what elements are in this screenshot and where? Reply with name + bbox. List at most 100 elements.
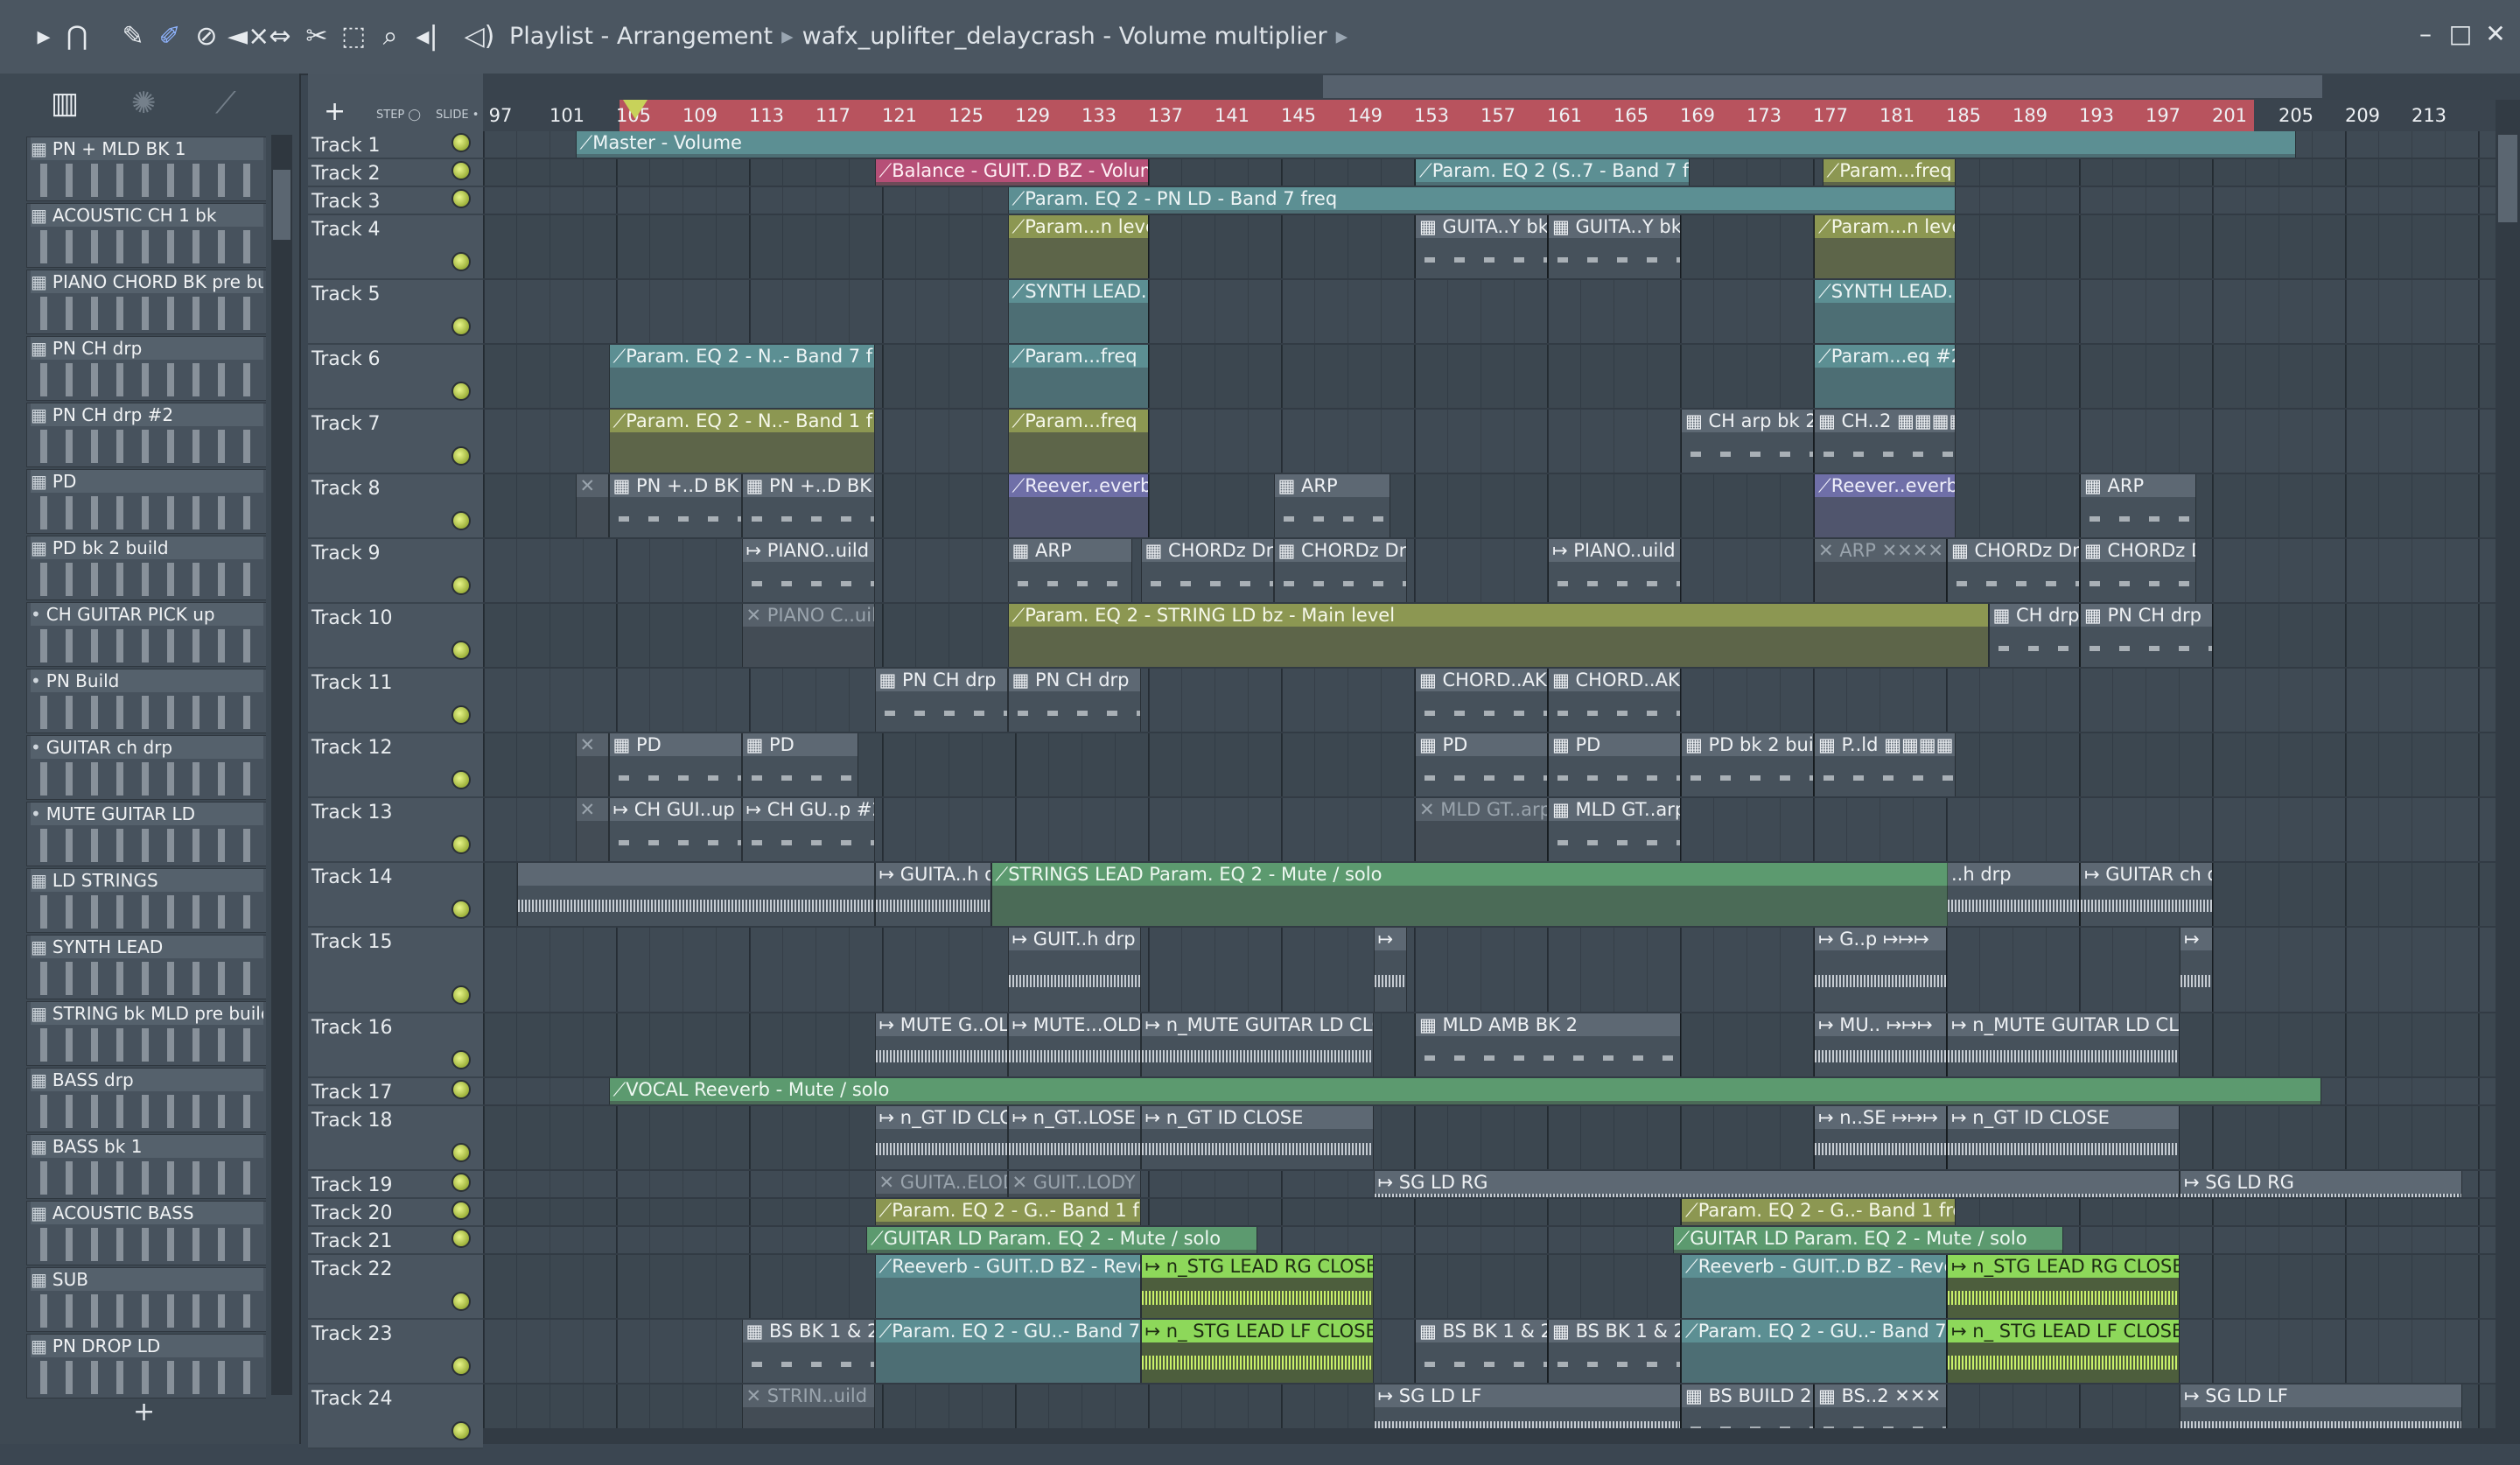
track-header[interactable]: Track 13	[308, 798, 483, 863]
track-lane[interactable]: ✕▦ PN +..D BK 1▦ PN +..D BK 1⟋Reever..ev…	[483, 474, 2496, 539]
playlist-clip[interactable]: ⟋Param. EQ 2 - PN LD - Band 7 freq	[1007, 187, 1956, 214]
playlist-clip[interactable]: ↦ n..SE ↦↦↦	[1814, 1106, 1947, 1169]
pattern-item[interactable]: ▦ PN + MLD BK 1	[26, 137, 266, 201]
playlist-clip[interactable]: ⟋Param. EQ 2 - G..- Band 1 freq	[1681, 1199, 1956, 1225]
playlist-clip[interactable]: ↦ CH GU..p #2	[741, 798, 875, 861]
playlist-clip[interactable]: ⟋Param...freq	[1822, 159, 1956, 186]
playlist-clip[interactable]: ⟋Reever..everb	[1007, 474, 1149, 537]
playlist-clip[interactable]: ↦ SG LD RG	[2180, 1171, 2462, 1197]
playlist-clip[interactable]: ↦ n_GT..LOSE	[1007, 1106, 1141, 1169]
track-lane[interactable]: ↦ MUTE G..OLD↦ MUTE...OLD↦ n_MUTE GUITAR…	[483, 1013, 2496, 1078]
timeline-ruler[interactable]: 97 101 105 109 113 117 121 125 129 133 137 141 145 14…	[483, 100, 2496, 131]
maximize-button[interactable]: □	[2443, 19, 2478, 48]
track-lane[interactable]: ⟋Param. EQ 2 - N..- Band 7 freq ⟋Param...…	[483, 345, 2496, 410]
track-enable-led[interactable]	[452, 1356, 471, 1376]
track-lane[interactable]: ⟋Master - Volume	[483, 131, 2496, 159]
paint-brush-icon[interactable]: ✐	[154, 19, 186, 54]
track-lane[interactable]: ⟋Param. EQ 2 - PN LD - Band 7 freq	[483, 187, 2496, 215]
track-header[interactable]: Track 5	[308, 280, 483, 345]
track-header[interactable]: Track 23	[308, 1320, 483, 1384]
pattern-item[interactable]: • CH GUITAR PICK up	[26, 602, 266, 667]
pattern-item[interactable]: • GUITAR ch drp	[26, 735, 266, 800]
track-enable-led[interactable]	[452, 1050, 471, 1069]
playlist-clip[interactable]: ↦ MUTE...OLD	[1007, 1013, 1141, 1076]
track-lane[interactable]: ↦ n_GT ID CLOSE↦ n_GT..LOSE↦ n_GT ID CLO…	[483, 1106, 2496, 1171]
track-lane[interactable]: ⟋GUITAR LD Param. EQ 2 - Mute / solo ⟋GUI…	[483, 1227, 2496, 1255]
track-lane[interactable]: ⟋VOCAL Reeverb - Mute / solo	[483, 1078, 2496, 1106]
scroll-thumb[interactable]	[273, 170, 290, 240]
pattern-item[interactable]: ▦ PD bk 2 build	[26, 536, 266, 600]
minimize-button[interactable]: –	[2408, 19, 2443, 48]
playlist-clip[interactable]: ▦ CHORDz Drp	[2080, 539, 2196, 602]
track-header[interactable]: Track 4	[308, 215, 483, 280]
magnet-icon[interactable]: ⋂	[61, 19, 93, 54]
pattern-item[interactable]: ▦ PN DROP LD	[26, 1334, 266, 1398]
track-enable-led[interactable]	[452, 1229, 471, 1248]
vertical-scrollbar[interactable]	[2496, 100, 2520, 1444]
playlist-clip[interactable]: ⟋Param. EQ 2 - STRING LD bz - Main level	[1007, 604, 1989, 667]
track-enable-led[interactable]	[452, 705, 471, 725]
playlist-clip[interactable]: ↦ PIANO..uild	[741, 539, 875, 602]
playhead-marker[interactable]	[623, 100, 648, 119]
track-lane[interactable]: ▦ PN CH drp▦ PN CH drp ▦ CHORD..AK 2▦ CHO…	[483, 669, 2496, 733]
track-lane[interactable]: ⟋Param. EQ 2 - N..- Band 1 freq ⟋Param...…	[483, 410, 2496, 474]
track-header[interactable]: Track 1	[308, 131, 483, 159]
track-header[interactable]: Track 20	[308, 1199, 483, 1227]
playlist-clip[interactable]: ⟋Param. EQ 2 - G..- Band 1 freq	[874, 1199, 1141, 1225]
pattern-item[interactable]: • PN Build	[26, 669, 266, 733]
playlist-clip[interactable]: ↦ GUITAR ch drp	[2080, 863, 2213, 926]
track-header[interactable]: Track 9	[308, 539, 483, 604]
playlist-clip[interactable]: ⟋Param...freq	[1007, 410, 1149, 473]
chevron-right-icon[interactable]: ▸	[1336, 23, 1348, 50]
pattern-item[interactable]: ▦ PN CH drp	[26, 336, 266, 401]
playlist-clip[interactable]: ▦ CHORDz Drp	[1140, 539, 1274, 602]
track-header[interactable]: Track 24	[308, 1384, 483, 1449]
playlist-clip[interactable]: ⟋Param...eq #2	[1814, 345, 1956, 408]
pencil-icon[interactable]: ✎	[117, 19, 149, 54]
playlist-clip[interactable]: ⟋STRINGS LEAD Param. EQ 2 - Mute / solo	[990, 863, 2013, 926]
playlist-clip[interactable]: ✕ GUITA..ELODY	[874, 1171, 1008, 1197]
slip-icon[interactable]: ⇔	[264, 19, 296, 54]
track-enable-led[interactable]	[452, 1201, 471, 1220]
playlist-clip[interactable]: ▦ GUITA..Y bk 2	[1415, 215, 1548, 278]
track-enable-led[interactable]	[452, 900, 471, 919]
playlist-clip[interactable]: ▦ BS BK 1 & 2	[741, 1320, 875, 1383]
add-track-button[interactable]: +	[324, 96, 346, 127]
overview-viewport[interactable]	[1323, 75, 2322, 98]
select-icon[interactable]: ⬚	[338, 19, 369, 54]
speaker-icon[interactable]: ◁)	[464, 19, 495, 54]
playlist-clip[interactable]: ▦ CH..2 ▦▦▦▦	[1814, 410, 1956, 473]
playlist-clip[interactable]: ▦ PN +..D BK 1	[741, 474, 875, 537]
playlist-clip[interactable]: ↦ SG LD RG	[1373, 1171, 2180, 1197]
playlist-clip[interactable]: ✕	[575, 798, 609, 861]
play-arrow-icon[interactable]: ▸	[28, 19, 60, 54]
automation-icon[interactable]: ⟋	[215, 86, 236, 121]
pattern-item[interactable]: ▦ ACOUSTIC CH 1 bk	[26, 203, 266, 268]
playlist-clip[interactable]: ▦ BS BK 1 & 2	[1415, 1320, 1548, 1383]
track-lane[interactable]: ▦ BS BK 1 & 2 ⟋Param. EQ 2 - GU..- Band 7…	[483, 1320, 2496, 1384]
track-header[interactable]: Track 22	[308, 1255, 483, 1320]
playlist-clip[interactable]: ↦	[1373, 928, 1407, 1012]
playlist-clip[interactable]: ⟋Param. EQ 2 - GU..- Band 7 freq	[874, 1320, 1141, 1383]
add-pattern-button[interactable]: +	[133, 1397, 155, 1427]
playlist-clip[interactable]: ..h drp	[1947, 863, 2080, 926]
pattern-item[interactable]: ▦ STRING bk MLD pre build	[26, 1001, 266, 1066]
playlist-clip[interactable]: ↦ n_MUTE GUITAR LD CLOSE	[1140, 1013, 1374, 1076]
playlist-clip[interactable]: ↦ n_GT ID CLOSE	[1140, 1106, 1374, 1169]
slice-icon[interactable]: ✂	[301, 19, 332, 54]
track-lane[interactable]: ⟋Balance - GUIT..D BZ - Volume ⟋Param. EQ…	[483, 159, 2496, 187]
track-header[interactable]: Track 21	[308, 1227, 483, 1255]
track-enable-led[interactable]	[452, 252, 471, 271]
pattern-item[interactable]: ▦ LD STRINGS	[26, 868, 266, 933]
zoom-icon[interactable]: ⌕	[374, 19, 406, 54]
track-enable-led[interactable]	[452, 189, 471, 208]
pattern-item[interactable]: ▦ PN CH drp #2	[26, 403, 266, 467]
pattern-item[interactable]: ▦ SUB	[26, 1267, 266, 1332]
playlist-clip[interactable]: ▦ PD	[1415, 733, 1548, 796]
track-lane[interactable]: ↦ GUIT..h drp ↦ ↦ G..p ↦↦↦ ↦	[483, 928, 2496, 1013]
playlist-clip[interactable]: ⟋Reeverb - GUIT..D BZ - Reverb	[1681, 1255, 1947, 1318]
track-lane[interactable]: ⟋Param...n level ▦ GUITA..Y bk 2▦ GUITA..…	[483, 215, 2496, 280]
playlist-clip[interactable]: ⟋Param. EQ 2 - N..- Band 1 freq	[608, 410, 875, 473]
playlist-clip[interactable]: ↦ n_GT ID CLOSE	[874, 1106, 1008, 1169]
track-enable-led[interactable]	[452, 1143, 471, 1162]
